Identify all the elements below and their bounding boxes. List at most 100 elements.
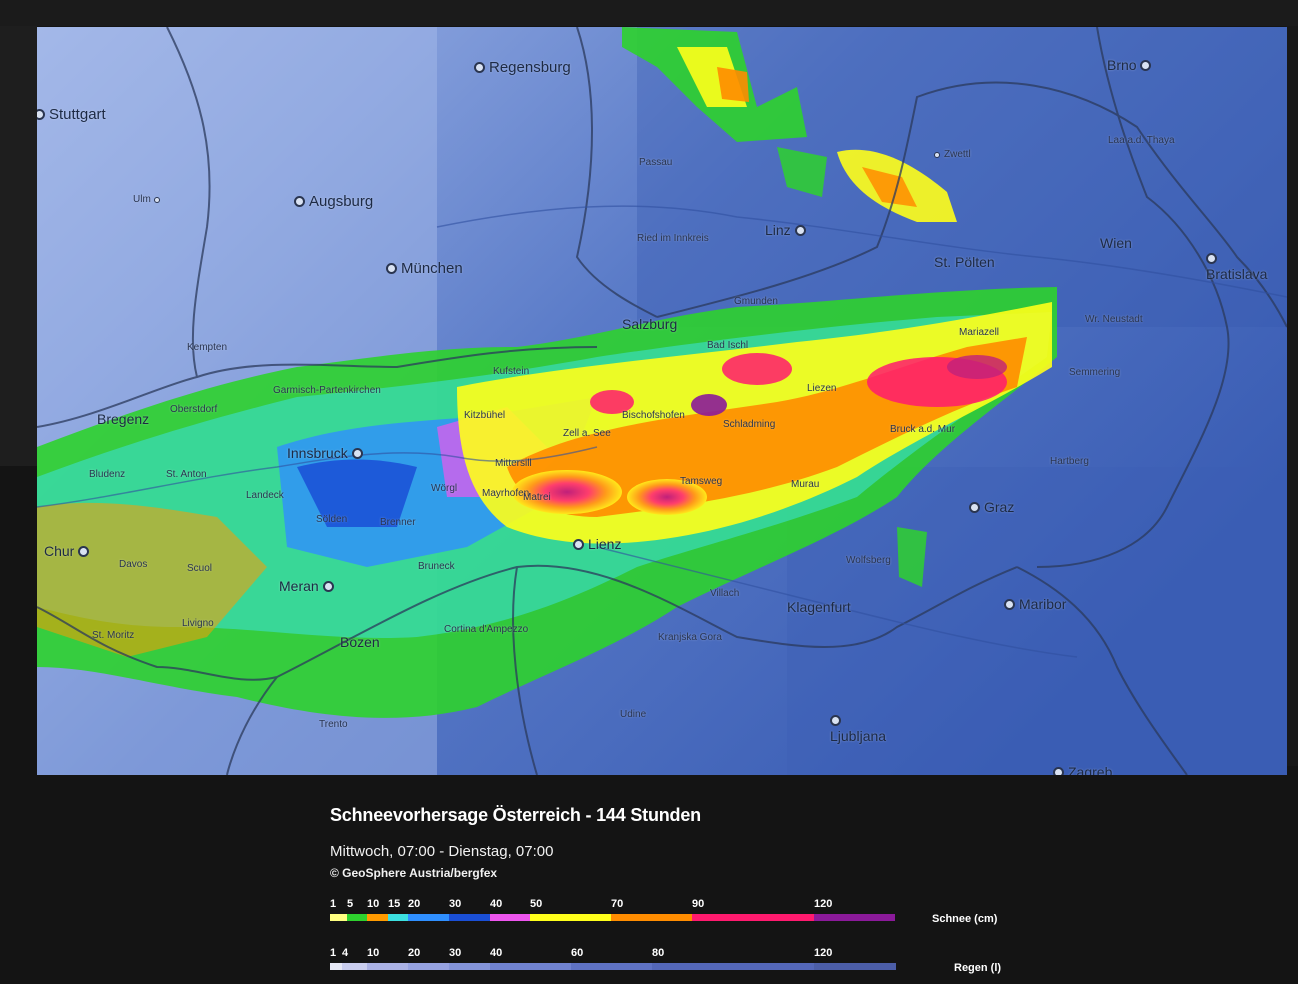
snow-cell-koralpe <box>897 527 927 587</box>
legend_rain-band <box>814 963 896 970</box>
copyright-notice: © GeoSphere Austria/bergfex <box>330 866 498 880</box>
town-zwettl: Zwettl <box>934 149 971 160</box>
town-wr-neustadt: Wr. Neustadt <box>1085 314 1143 325</box>
legend_rain-band <box>367 963 408 970</box>
legend_snow-band <box>347 914 367 921</box>
snow-core-dachstein <box>722 353 792 385</box>
legend_snow-tick: 50 <box>530 898 543 910</box>
city-salzburg: Salzburg <box>622 316 678 332</box>
city-zagreb: Zagreb <box>1053 764 1112 775</box>
legend_rain-tick: 60 <box>571 947 584 959</box>
rain-legend-bar <box>330 963 898 970</box>
rain-legend: 1 4 10 20 30 40 60 80 120 <box>330 947 898 970</box>
legend_snow-tick: 90 <box>692 898 705 910</box>
town-marker-icon <box>934 152 940 158</box>
legend_rain-tick: 20 <box>408 947 421 959</box>
legend_snow-tick: 70 <box>611 898 624 910</box>
town-laa: Laa a.d. Thaya <box>1108 135 1175 146</box>
background-scroll-area <box>1286 26 1298 766</box>
city-graz: Graz <box>969 499 1014 515</box>
city-marker-icon <box>78 546 90 557</box>
town-kufstein: Kufstein <box>493 366 530 377</box>
snow-forecast-map[interactable]: Regensburg Stuttgart Augsburg München Br… <box>37 27 1287 775</box>
rain-legend-ticks: 1 4 10 20 30 40 60 80 120 <box>330 947 898 961</box>
city-klagenfurt: Klagenfurt <box>787 599 851 615</box>
city-marker-icon <box>969 502 980 513</box>
city-marker-icon <box>294 196 305 207</box>
city-st-poelten: St. Pölten <box>934 254 995 270</box>
town-cortina: Cortina d'Ampezzo <box>444 624 529 635</box>
legend_snow-tick: 10 <box>367 898 380 910</box>
legend_rain-tick: 80 <box>652 947 665 959</box>
snow-legend-bar <box>330 914 898 921</box>
legend_rain-band <box>342 963 367 970</box>
town-tamsweg: Tamsweg <box>680 476 723 487</box>
city-wien: Wien <box>1100 235 1132 251</box>
legend_snow-band <box>449 914 490 921</box>
rain-legend-unit: Regen (l) <box>954 962 1002 974</box>
town-bischofshofen: Bischofshofen <box>622 410 685 421</box>
legend_rain-band <box>449 963 490 970</box>
legend_snow-band <box>692 914 814 921</box>
town-matrei: Matrei <box>523 492 551 503</box>
town-st-anton: St. Anton <box>166 469 207 480</box>
city-chur: Chur <box>44 543 93 559</box>
town-kranjska-gora: Kranjska Gora <box>658 632 722 643</box>
legend_snow-band <box>408 914 449 921</box>
background-header <box>0 0 1298 26</box>
legend_rain-band <box>571 963 652 970</box>
town-brenner: Brenner <box>380 517 416 528</box>
legend_rain-tick: 4 <box>342 947 349 959</box>
town-schladming: Schladming <box>723 419 776 430</box>
legend_snow-band <box>611 914 692 921</box>
city-augsburg: Augsburg <box>294 193 373 210</box>
city-bratislava: Bratislava <box>1206 250 1267 282</box>
city-marker-icon <box>322 581 334 592</box>
town-landeck: Landeck <box>246 490 284 501</box>
town-bruck-mur: Bruck a.d. Mur <box>890 424 956 435</box>
forecast-period: Mittwoch, 07:00 - Dienstag, 07:00 <box>330 843 554 860</box>
town-kitzbuehel: Kitzbühel <box>464 410 506 421</box>
town-gmunden: Gmunden <box>734 296 778 307</box>
map-caption: Schneevorhersage Österreich - 144 Stunde… <box>330 805 1030 880</box>
legend_rain-tick: 120 <box>814 947 833 959</box>
town-murau: Murau <box>791 479 820 490</box>
city-marker-icon <box>386 263 397 274</box>
legend_rain-tick: 30 <box>449 947 462 959</box>
legend_rain-band <box>330 963 342 970</box>
town-woergl: Wörgl <box>431 483 458 494</box>
legend_snow-band <box>490 914 530 921</box>
town-hartberg: Hartberg <box>1050 456 1089 467</box>
city-marker-icon <box>1004 599 1015 610</box>
snow-core-totes-gebirge <box>691 394 727 416</box>
legend_rain-band <box>652 963 814 970</box>
legend_snow-tick: 40 <box>490 898 503 910</box>
town-oberstdorf: Oberstdorf <box>170 404 218 415</box>
legend_rain-tick: 1 <box>330 947 337 959</box>
city-marker-icon <box>474 62 485 73</box>
town-bad-ischl: Bad Ischl <box>707 340 749 351</box>
snow-legend-ticks: 1 5 10 15 20 30 40 50 70 90 120 <box>330 898 898 912</box>
city-marker-icon <box>1140 60 1152 71</box>
town-mittersill: Mittersill <box>495 458 532 469</box>
city-marker-icon <box>573 539 584 550</box>
town-kempten: Kempten <box>187 342 228 353</box>
city-bregenz: Bregenz <box>97 411 150 427</box>
city-muenchen: München <box>386 260 463 277</box>
map-title: Schneevorhersage Österreich - 144 Stunde… <box>330 805 701 825</box>
town-garmisch: Garmisch-Partenkirchen <box>273 385 381 396</box>
legend_snow-band <box>530 914 611 921</box>
town-udine: Udine <box>620 709 647 720</box>
town-livigno: Livigno <box>182 618 214 629</box>
town-passau: Passau <box>639 157 673 168</box>
city-bozen: Bozen <box>340 634 380 650</box>
legend_snow-tick: 15 <box>388 898 401 910</box>
town-scuol: Scuol <box>187 563 213 574</box>
city-marker-icon <box>1206 253 1217 264</box>
legend_rain-tick: 40 <box>490 947 503 959</box>
legend_snow-tick: 1 <box>330 898 337 910</box>
legend_rain-band <box>408 963 449 970</box>
town-bludenz: Bludenz <box>89 469 126 480</box>
town-ulm: Ulm <box>133 194 164 205</box>
legend_rain-tick: 10 <box>367 947 380 959</box>
